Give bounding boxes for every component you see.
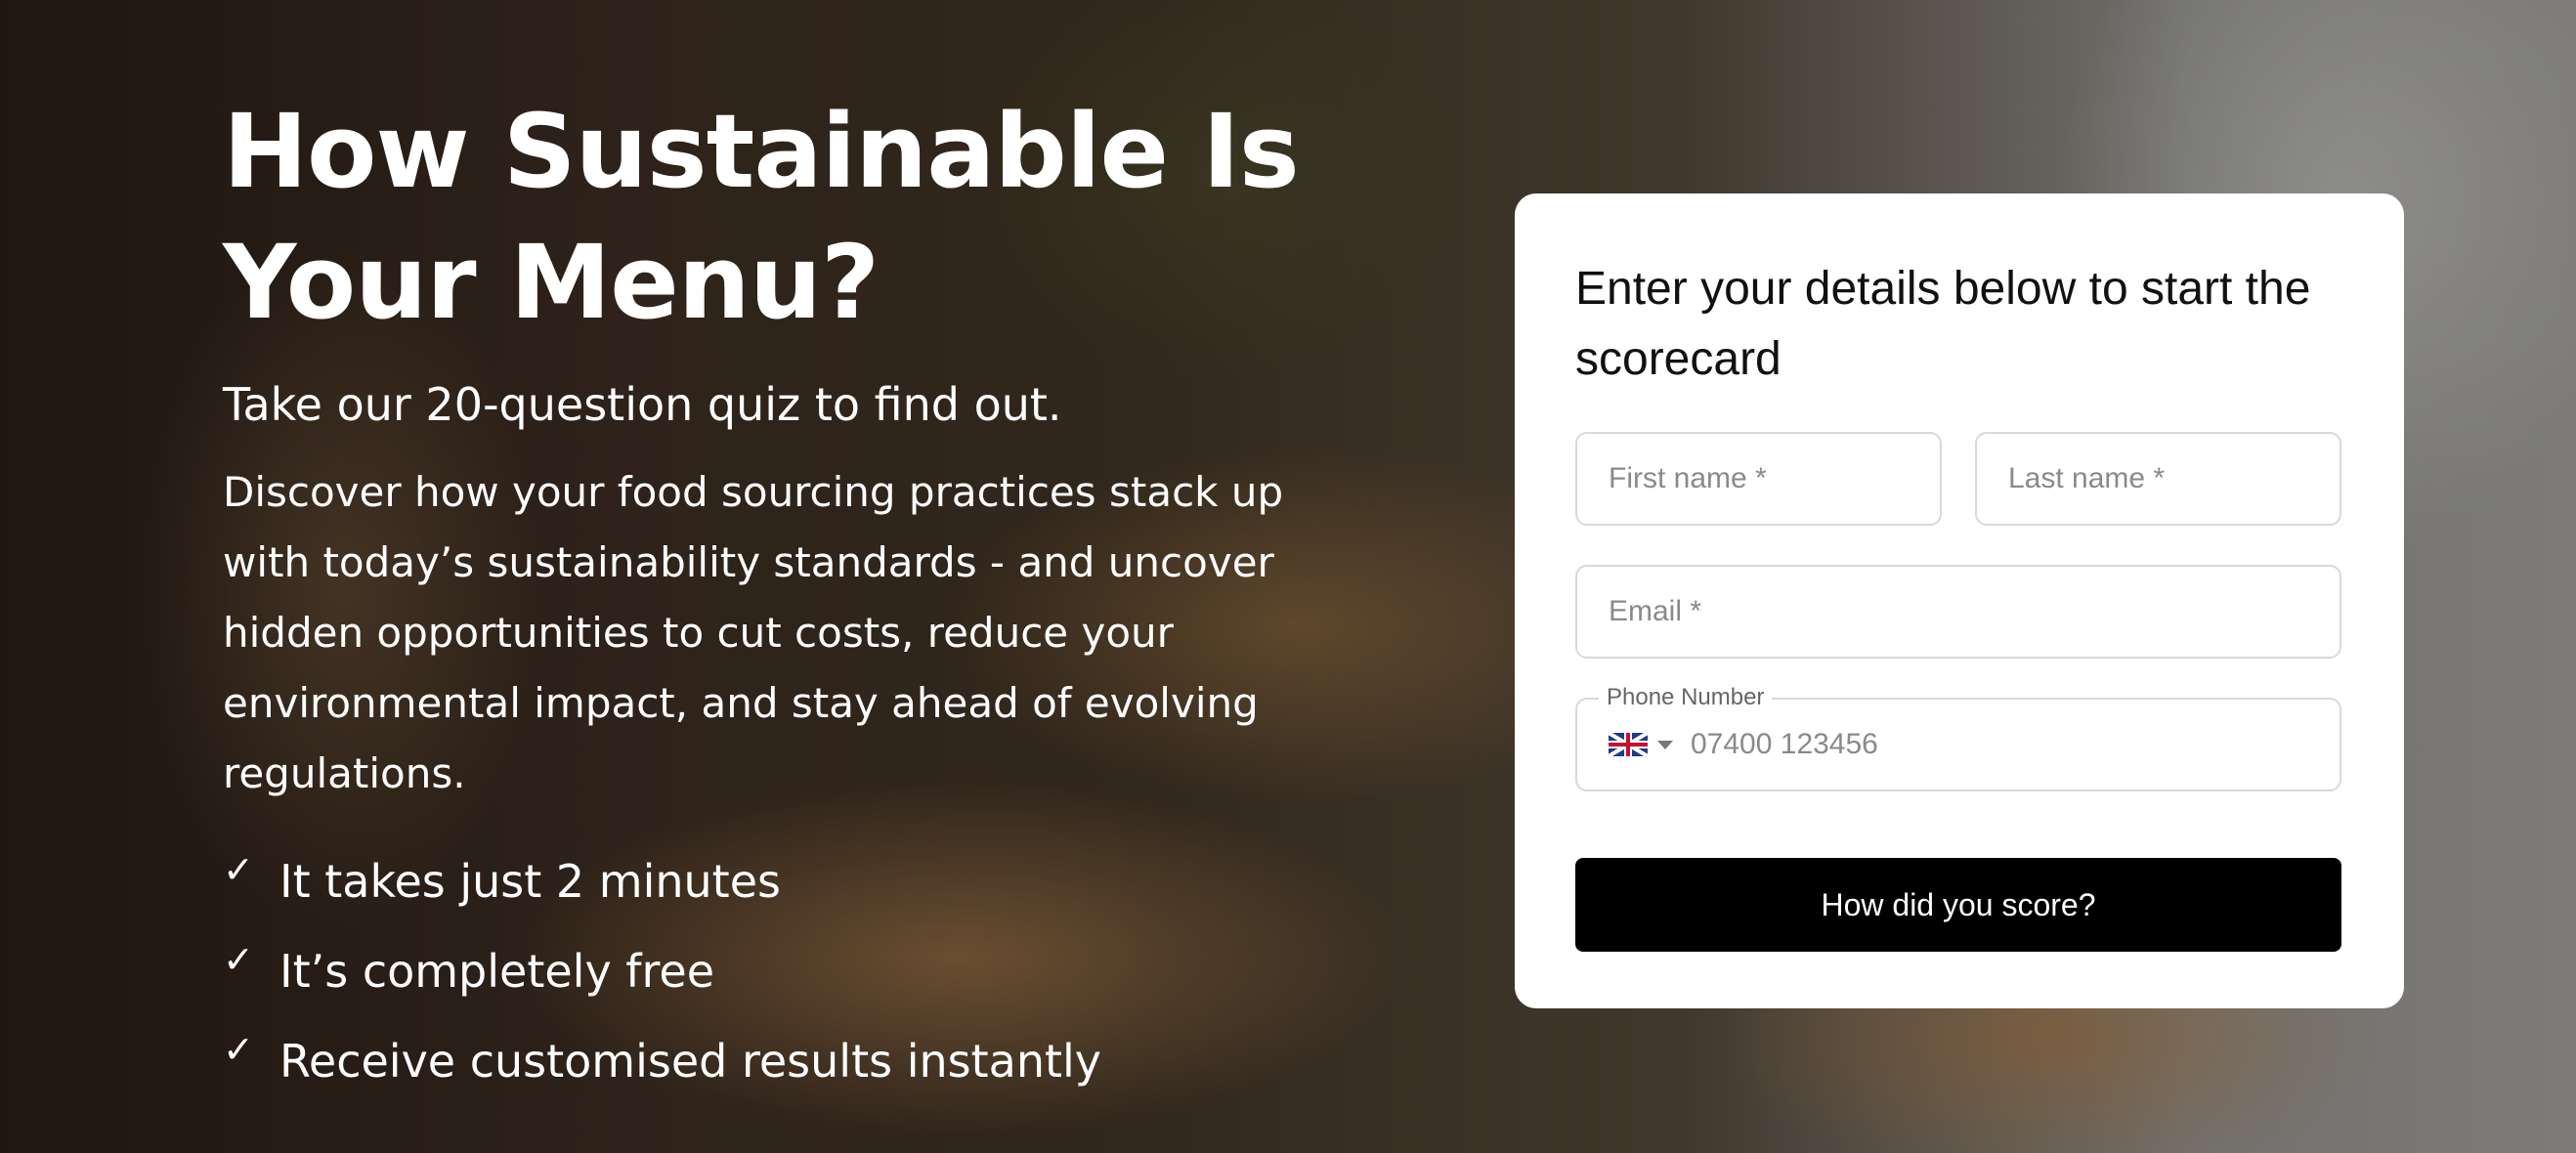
country-code-select[interactable] bbox=[1609, 700, 1673, 790]
hero-content: How Sustainable Is Your Menu? Take our 2… bbox=[223, 86, 1337, 1106]
benefit-item: ✓ It’s completely free bbox=[223, 926, 1337, 1016]
phone-input[interactable] bbox=[1673, 728, 2340, 761]
benefit-text: Receive customised results instantly bbox=[279, 1035, 1102, 1088]
name-row bbox=[1575, 432, 2341, 526]
benefit-text: It takes just 2 minutes bbox=[279, 855, 781, 908]
phone-field: Phone Number bbox=[1575, 684, 2341, 791]
form-heading: Enter your details below to start the sc… bbox=[1575, 263, 2311, 385]
title-line-2: Your Menu? bbox=[223, 223, 880, 342]
first-name-field bbox=[1575, 432, 1942, 526]
email-input[interactable] bbox=[1577, 595, 2340, 628]
hero-description: Discover how your food sourcing practice… bbox=[223, 468, 1284, 797]
check-icon: ✓ bbox=[223, 848, 254, 891]
benefit-item: ✓ It takes just 2 minutes bbox=[223, 836, 1337, 926]
last-name-field bbox=[1975, 432, 2341, 526]
first-name-input[interactable] bbox=[1577, 462, 1940, 495]
submit-button[interactable]: How did you score? bbox=[1575, 858, 2341, 952]
last-name-input[interactable] bbox=[1977, 462, 2340, 495]
scorecard-form: Enter your details below to start the sc… bbox=[1515, 193, 2404, 1008]
phone-label: Phone Number bbox=[1599, 684, 1773, 711]
benefit-item: ✓ Receive customised results instantly bbox=[223, 1016, 1337, 1106]
uk-flag-icon bbox=[1609, 733, 1648, 756]
benefits-list: ✓ It takes just 2 minutes ✓ It’s complet… bbox=[223, 836, 1337, 1106]
chevron-down-icon bbox=[1657, 740, 1673, 749]
check-icon: ✓ bbox=[223, 1028, 254, 1071]
benefit-text: It’s completely free bbox=[279, 945, 714, 998]
title-line-1: How Sustainable Is bbox=[223, 92, 1300, 211]
hero-subtitle: Take our 20-question quiz to find out. bbox=[223, 378, 1062, 431]
email-field bbox=[1575, 565, 2341, 659]
check-icon: ✓ bbox=[223, 938, 254, 981]
page-title: How Sustainable Is Your Menu? bbox=[223, 86, 1337, 348]
